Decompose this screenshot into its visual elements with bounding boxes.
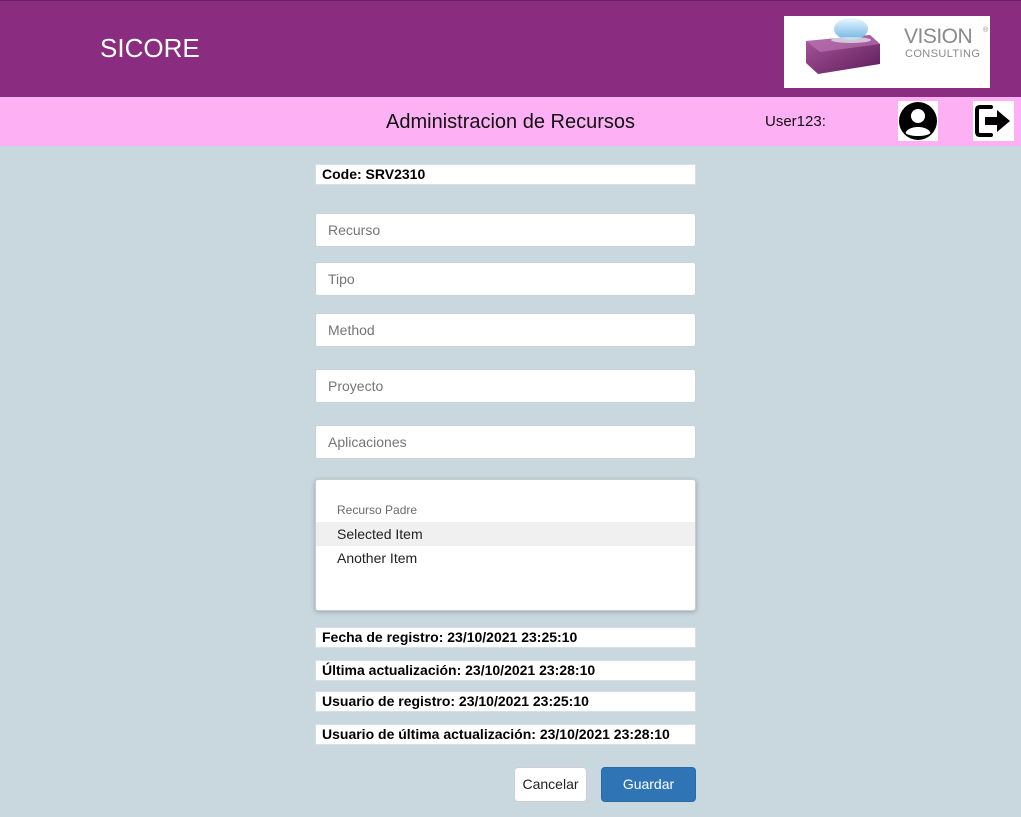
fecha-registro-display: Fecha de registro: 23/10/2021 23:25:10 [315,627,696,648]
app-header: SICORE VISION ® CONSULTING [0,0,1021,97]
logout-icon [975,105,1010,137]
list-item-selected[interactable]: Selected Item [316,522,695,546]
recurso-padre-listbox[interactable]: Recurso Padre Selected Item Another Item [315,479,696,611]
logo-subtext: CONSULTING [905,48,981,60]
logo-registered-mark: ® [983,27,989,34]
vision-consulting-logo: VISION ® CONSULTING [784,16,990,88]
user-label: User123: [765,113,826,130]
recurso-input[interactable] [315,213,696,247]
method-input[interactable] [315,313,696,347]
sub-header-bar: Administracion de Recursos User123: [0,97,1021,146]
logo-mark-icon [806,18,880,74]
usuario-ultima-actualizacion-display: Usuario de última actualización: 23/10/2… [315,724,696,745]
save-button[interactable]: Guardar [601,767,696,802]
recurso-padre-label: Recurso Padre [337,503,418,517]
user-circle-icon [899,102,937,140]
usuario-registro-display: Usuario de registro: 23/10/2021 23:25:10 [315,691,696,712]
tipo-input[interactable] [315,262,696,296]
page-title: Administracion de Recursos [386,111,635,133]
logout-button[interactable] [973,101,1014,141]
code-display: Code: SRV2310 [315,164,696,185]
cancel-button[interactable]: Cancelar [514,767,587,802]
list-item-another[interactable]: Another Item [316,546,695,570]
aplicaciones-input[interactable] [315,425,696,459]
proyecto-input[interactable] [315,369,696,403]
app-title: SICORE [100,33,200,63]
user-avatar-icon[interactable] [898,101,938,141]
logo-text: VISION [904,25,973,48]
ultima-actualizacion-display: Última actualización: 23/10/2021 23:28:1… [315,660,696,681]
